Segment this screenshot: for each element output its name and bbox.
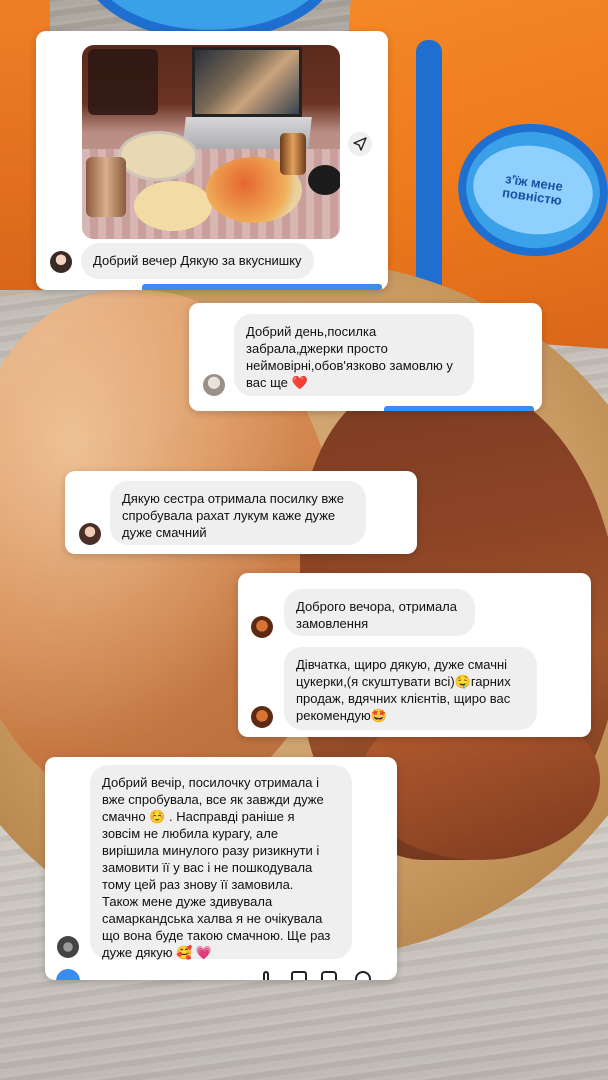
message-bubble: Добрий день,посилка забрала,джерки прост… — [234, 314, 474, 396]
review-card-1: Добрий вечер Дякую за вкуснишку — [36, 31, 388, 290]
image-icon[interactable] — [291, 971, 307, 980]
avatar[interactable] — [251, 616, 273, 638]
review-card-2: Добрий день,посилка забрала,джерки прост… — [189, 303, 542, 411]
shared-photo[interactable] — [82, 45, 340, 239]
share-icon[interactable] — [348, 132, 372, 156]
photo-can — [86, 157, 126, 217]
avatar[interactable] — [50, 251, 72, 273]
photo-chair — [88, 49, 158, 115]
package-badge-text: з'їж мене повністю — [467, 138, 599, 242]
review-card-3: Дякую сестра отримала посилку вже спробу… — [65, 471, 417, 554]
sticker-icon[interactable] — [321, 971, 337, 980]
reply-bubble-edge — [142, 284, 382, 290]
message-bubble: Дякую сестра отримала посилку вже спробу… — [110, 481, 366, 545]
photo-mouse — [308, 165, 340, 195]
microphone-icon[interactable] — [263, 971, 269, 980]
message-bubble: Доброго вечора, отримала замовлення — [284, 589, 475, 636]
message-composer-toolbar — [45, 965, 397, 980]
photo-can-small — [280, 133, 306, 175]
camera-icon[interactable] — [56, 969, 80, 980]
avatar[interactable] — [79, 523, 101, 545]
photo-plate — [118, 131, 198, 181]
reply-bubble-edge — [384, 406, 534, 411]
review-card-4: Доброго вечора, отримала замовлення Дівч… — [238, 573, 591, 737]
review-card-5: Добрий вечір, посилочку отримала і вже с… — [45, 757, 397, 980]
avatar[interactable] — [57, 936, 79, 958]
message-bubble: Добрий вечір, посилочку отримала і вже с… — [90, 765, 352, 960]
message-bubble: Дівчатка, щиро дякую, дуже смачні цукерк… — [284, 647, 537, 730]
photo-laptop-screen — [192, 47, 302, 117]
add-icon[interactable] — [355, 971, 371, 980]
avatar[interactable] — [251, 706, 273, 728]
photo-nuts — [134, 181, 212, 231]
message-bubble: Добрий вечер Дякую за вкуснишку — [81, 243, 314, 279]
avatar[interactable] — [203, 374, 225, 396]
